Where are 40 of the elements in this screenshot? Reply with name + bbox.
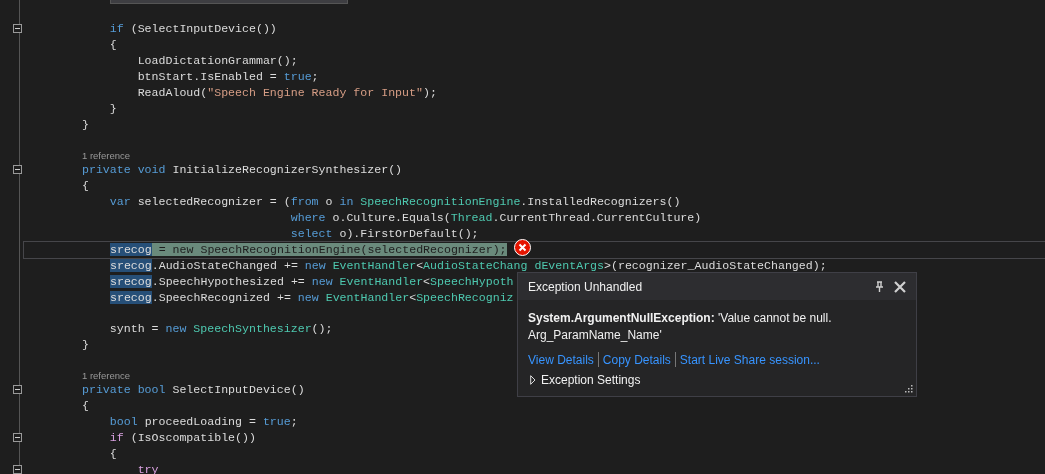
code-line: srecog.SpeechRecognized += new EventHandler<SpeechRecogniz <box>110 290 514 306</box>
code-line: { <box>82 398 89 414</box>
code-line: select o).FirstOrDefault(); <box>289 226 479 242</box>
reference-count[interactable]: 1 reference <box>82 369 131 381</box>
popup-link[interactable]: View Details <box>528 352 594 367</box>
code-line: } <box>82 337 89 353</box>
code-line: bool proceedLoading = true; <box>108 414 298 430</box>
code-line: { <box>108 446 117 462</box>
popup-link[interactable]: Copy Details <box>602 352 671 367</box>
collapse-icon[interactable] <box>13 385 22 394</box>
code-line: if (SelectInputDevice()) <box>108 21 277 37</box>
code-line: } <box>108 101 117 117</box>
code-line: srecog.AudioStateChanged += new EventHandler<AudioStateChang dEventArgs>(recognizer_AudioStateChanged); <box>110 258 827 274</box>
reference-count[interactable]: 1 reference <box>82 149 131 161</box>
code-line: srecog = new SpeechRecognitionEngine(selectedRecognizer); <box>24 242 1045 258</box>
code-line: synth = new SpeechSynthesizer(); <box>108 321 333 337</box>
code-line: private bool SelectInputDevice() <box>82 382 305 398</box>
collapse-icon[interactable] <box>13 165 22 174</box>
code-line: private void InitializeRecognizerSynthesizer() <box>82 162 403 178</box>
code-line: var selectedRecognizer = (from o in SpeechRecognitionEngine.InstalledRecognizers() <box>108 194 681 210</box>
popup-title: Exception Unhandled <box>528 279 644 294</box>
exception-message: System.ArgumentNullException: 'Value cannot be null. Arg_ParamName_Name' <box>527 310 833 344</box>
code-line: srecog.SpeechHypothesized += new EventHandler<SpeechHypoth <box>110 274 514 290</box>
resize-grip-icon[interactable] <box>904 384 913 393</box>
collapse-icon[interactable] <box>13 433 22 442</box>
code-line: where o.Culture.Equals(Thread.CurrentThread.CurrentCulture) <box>289 210 702 226</box>
code-line: { <box>108 37 117 53</box>
collapse-icon[interactable] <box>13 24 22 33</box>
code-line: btnStart.IsEnabled = true; <box>136 69 319 85</box>
code-line: { <box>82 178 89 194</box>
code-line: if (IsOscompatible()) <box>108 430 256 446</box>
pin-icon[interactable] <box>875 280 884 293</box>
close-icon[interactable] <box>894 280 906 293</box>
code-line: } <box>82 117 89 133</box>
code-line: ReadAloud("Speech Engine Ready for Input"); <box>136 85 437 101</box>
code-line: LoadDictationGrammar(); <box>136 53 298 69</box>
collapse-icon[interactable] <box>13 465 22 474</box>
exception-settings-toggle[interactable]: Exception Settings <box>541 373 641 387</box>
popup-link[interactable]: Start Live Share session... <box>679 352 820 367</box>
expander-icon[interactable] <box>530 375 536 385</box>
